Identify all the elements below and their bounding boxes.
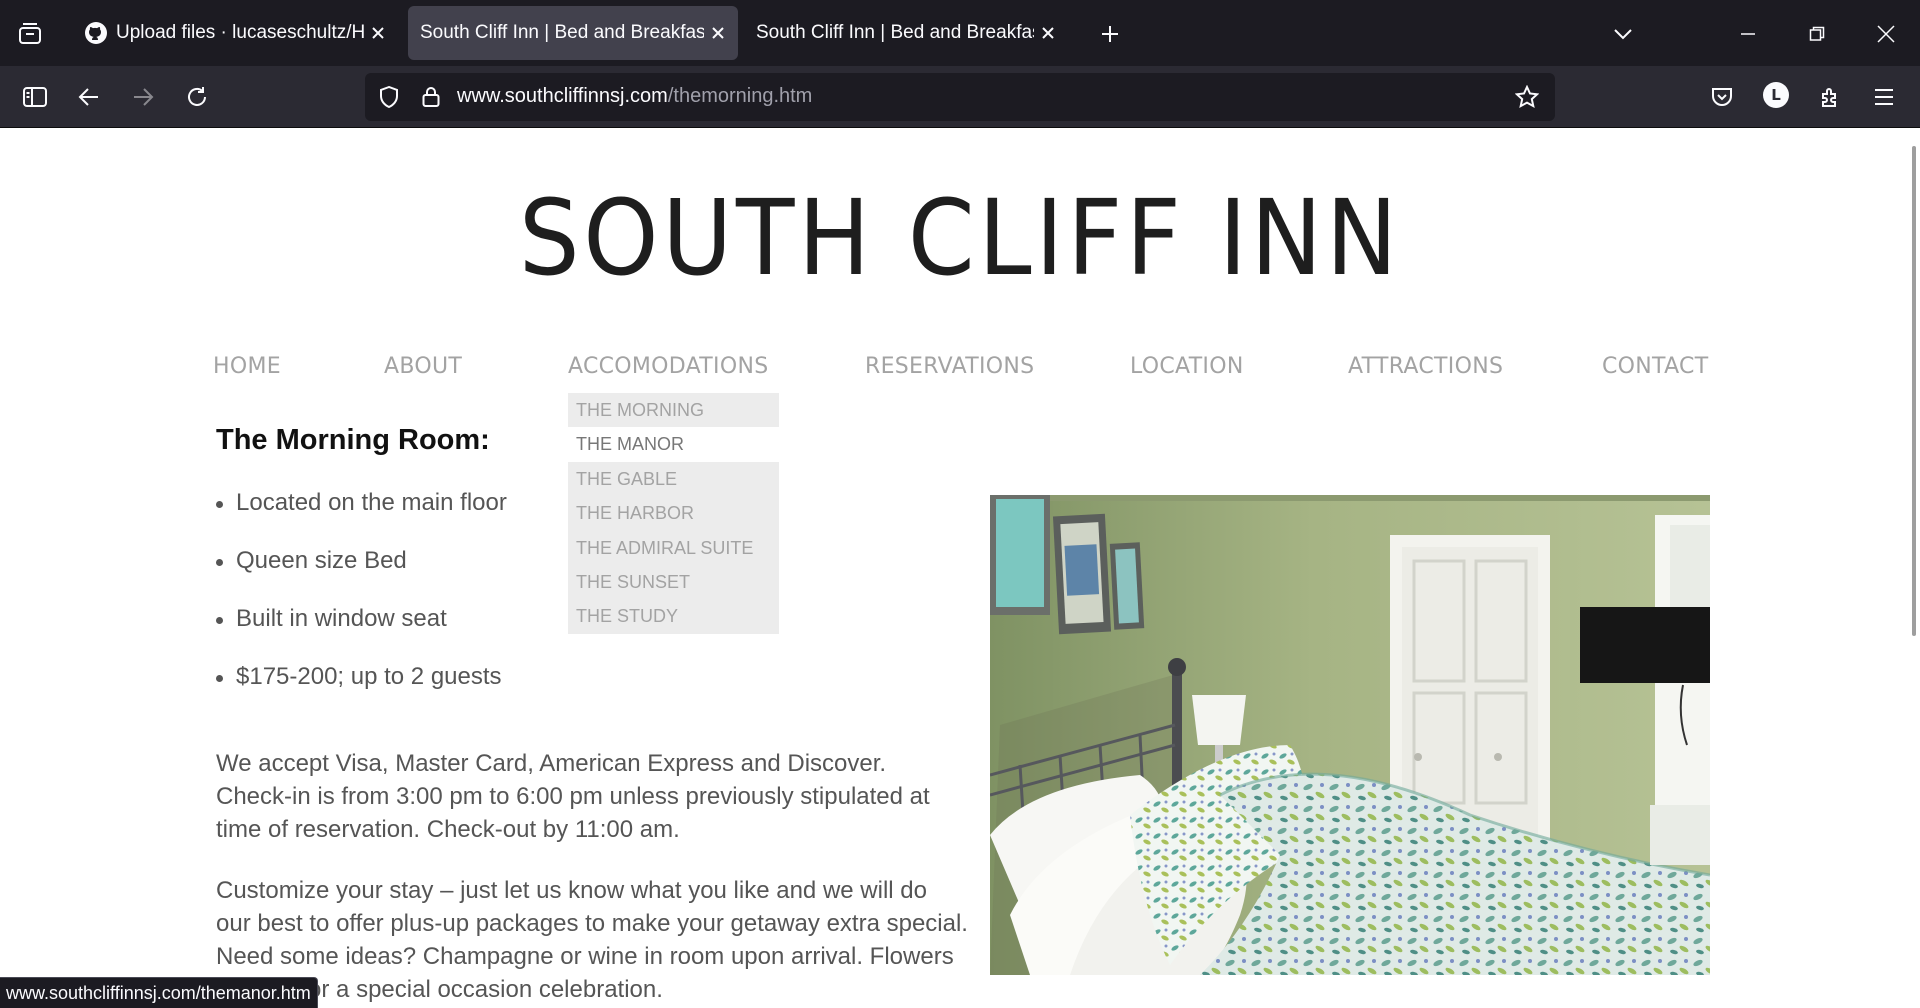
tab-title: South Cliff Inn | Bed and Breakfast | Ca… [420,22,704,43]
tab-south-cliff[interactable]: South Cliff Inn | Bed and Breakfast | Ca… [748,6,1068,60]
close-icon[interactable] [364,19,392,47]
dropdown-item-the-gable[interactable]: THE GABLE [568,462,779,496]
tab-manager-icon[interactable] [12,16,48,52]
back-arrow-icon[interactable] [70,78,108,116]
room-title: The Morning Room: [216,424,490,456]
dropdown-item-the-harbor[interactable]: THE HARBOR [568,496,779,530]
bedroom-photo-illustration [990,495,1710,975]
account-avatar[interactable]: L [1763,82,1789,108]
list-item: $175-200; up to 2 guests [216,663,507,721]
nav-home[interactable]: HOME [213,354,281,379]
close-icon[interactable] [1034,19,1062,47]
url-bar[interactable]: www.southcliffinnsj.com/themorning.htm [365,73,1555,121]
list-item: Located on the main floor [216,489,507,547]
room-photo [990,495,1710,975]
dropdown-item-the-manor[interactable]: THE MANOR [568,427,779,462]
room-features-list: Located on the main floor Queen size Bed… [216,489,507,721]
sidebar-toggle-icon[interactable] [16,78,54,116]
status-link-preview: www.southcliffinnsj.com/themanor.htm [0,977,318,1008]
dropdown-item-the-study[interactable]: THE STUDY [568,599,779,633]
restore-icon[interactable] [1799,16,1835,52]
close-icon[interactable] [704,19,732,47]
dropdown-item-the-morning[interactable]: THE MORNING [568,393,779,427]
lock-icon[interactable] [417,83,445,111]
close-window-icon[interactable] [1868,16,1904,52]
url-path: /themorning.htm [667,85,813,107]
payment-checkin-paragraph: We accept Visa, Master Card, American Ex… [216,750,930,843]
nav-accomodations[interactable]: ACCOMODATIONS [568,354,768,379]
tab-github-upload[interactable]: Upload files · lucaseschultz/HTTP [70,6,398,60]
navigation-toolbar: www.southcliffinnsj.com/themorning.htm L [0,66,1920,128]
customize-stay-paragraph: Customize your stay – just let us know w… [216,877,968,1003]
nav-attractions[interactable]: ATTRACTIONS [1348,354,1503,379]
web-page: SOUTH CLIFF INN HOME ABOUT ACCOMODATIONS… [0,128,1920,1008]
list-tabs-chevron-down-icon[interactable] [1605,16,1641,52]
list-item: Built in window seat [216,605,507,663]
tab-title: Upload files · lucaseschultz/HTTP [116,22,364,43]
accomodations-dropdown: THE MORNING THE MANOR THE GABLE THE HARB… [568,393,779,634]
pocket-icon[interactable] [1703,78,1741,116]
new-tab-plus-icon[interactable] [1092,16,1128,52]
nav-contact[interactable]: CONTACT [1602,354,1708,379]
list-item: Queen size Bed [216,547,507,605]
main-nav: HOME ABOUT ACCOMODATIONS RESERVATIONS LO… [0,354,1920,394]
nav-about[interactable]: ABOUT [384,354,462,379]
dropdown-item-the-admiral-suite[interactable]: THE ADMIRAL SUITE [568,531,779,565]
hamburger-menu-icon[interactable] [1865,78,1903,116]
tab-title: South Cliff Inn | Bed and Breakfast | Ca… [756,22,1034,43]
url-text[interactable]: www.southcliffinnsj.com/themorning.htm [457,85,812,108]
extensions-puzzle-icon[interactable] [1811,78,1849,116]
site-logo[interactable]: SOUTH CLIFF INN [77,186,1843,290]
minimize-icon[interactable] [1730,16,1766,52]
nav-location[interactable]: LOCATION [1130,354,1244,379]
bookmark-star-icon[interactable] [1513,83,1541,111]
tab-south-cliff-active[interactable]: South Cliff Inn | Bed and Breakfast | Ca… [408,6,738,60]
shield-icon[interactable] [375,83,403,111]
url-domain: www.southcliffinnsj.com [457,85,668,107]
reload-icon[interactable] [178,78,216,116]
github-icon [84,21,108,45]
nav-reservations[interactable]: RESERVATIONS [865,354,1034,379]
forward-arrow-icon[interactable] [124,78,162,116]
tab-bar: Upload files · lucaseschultz/HTTP South … [0,0,1920,66]
dropdown-item-the-sunset[interactable]: THE SUNSET [568,565,779,599]
